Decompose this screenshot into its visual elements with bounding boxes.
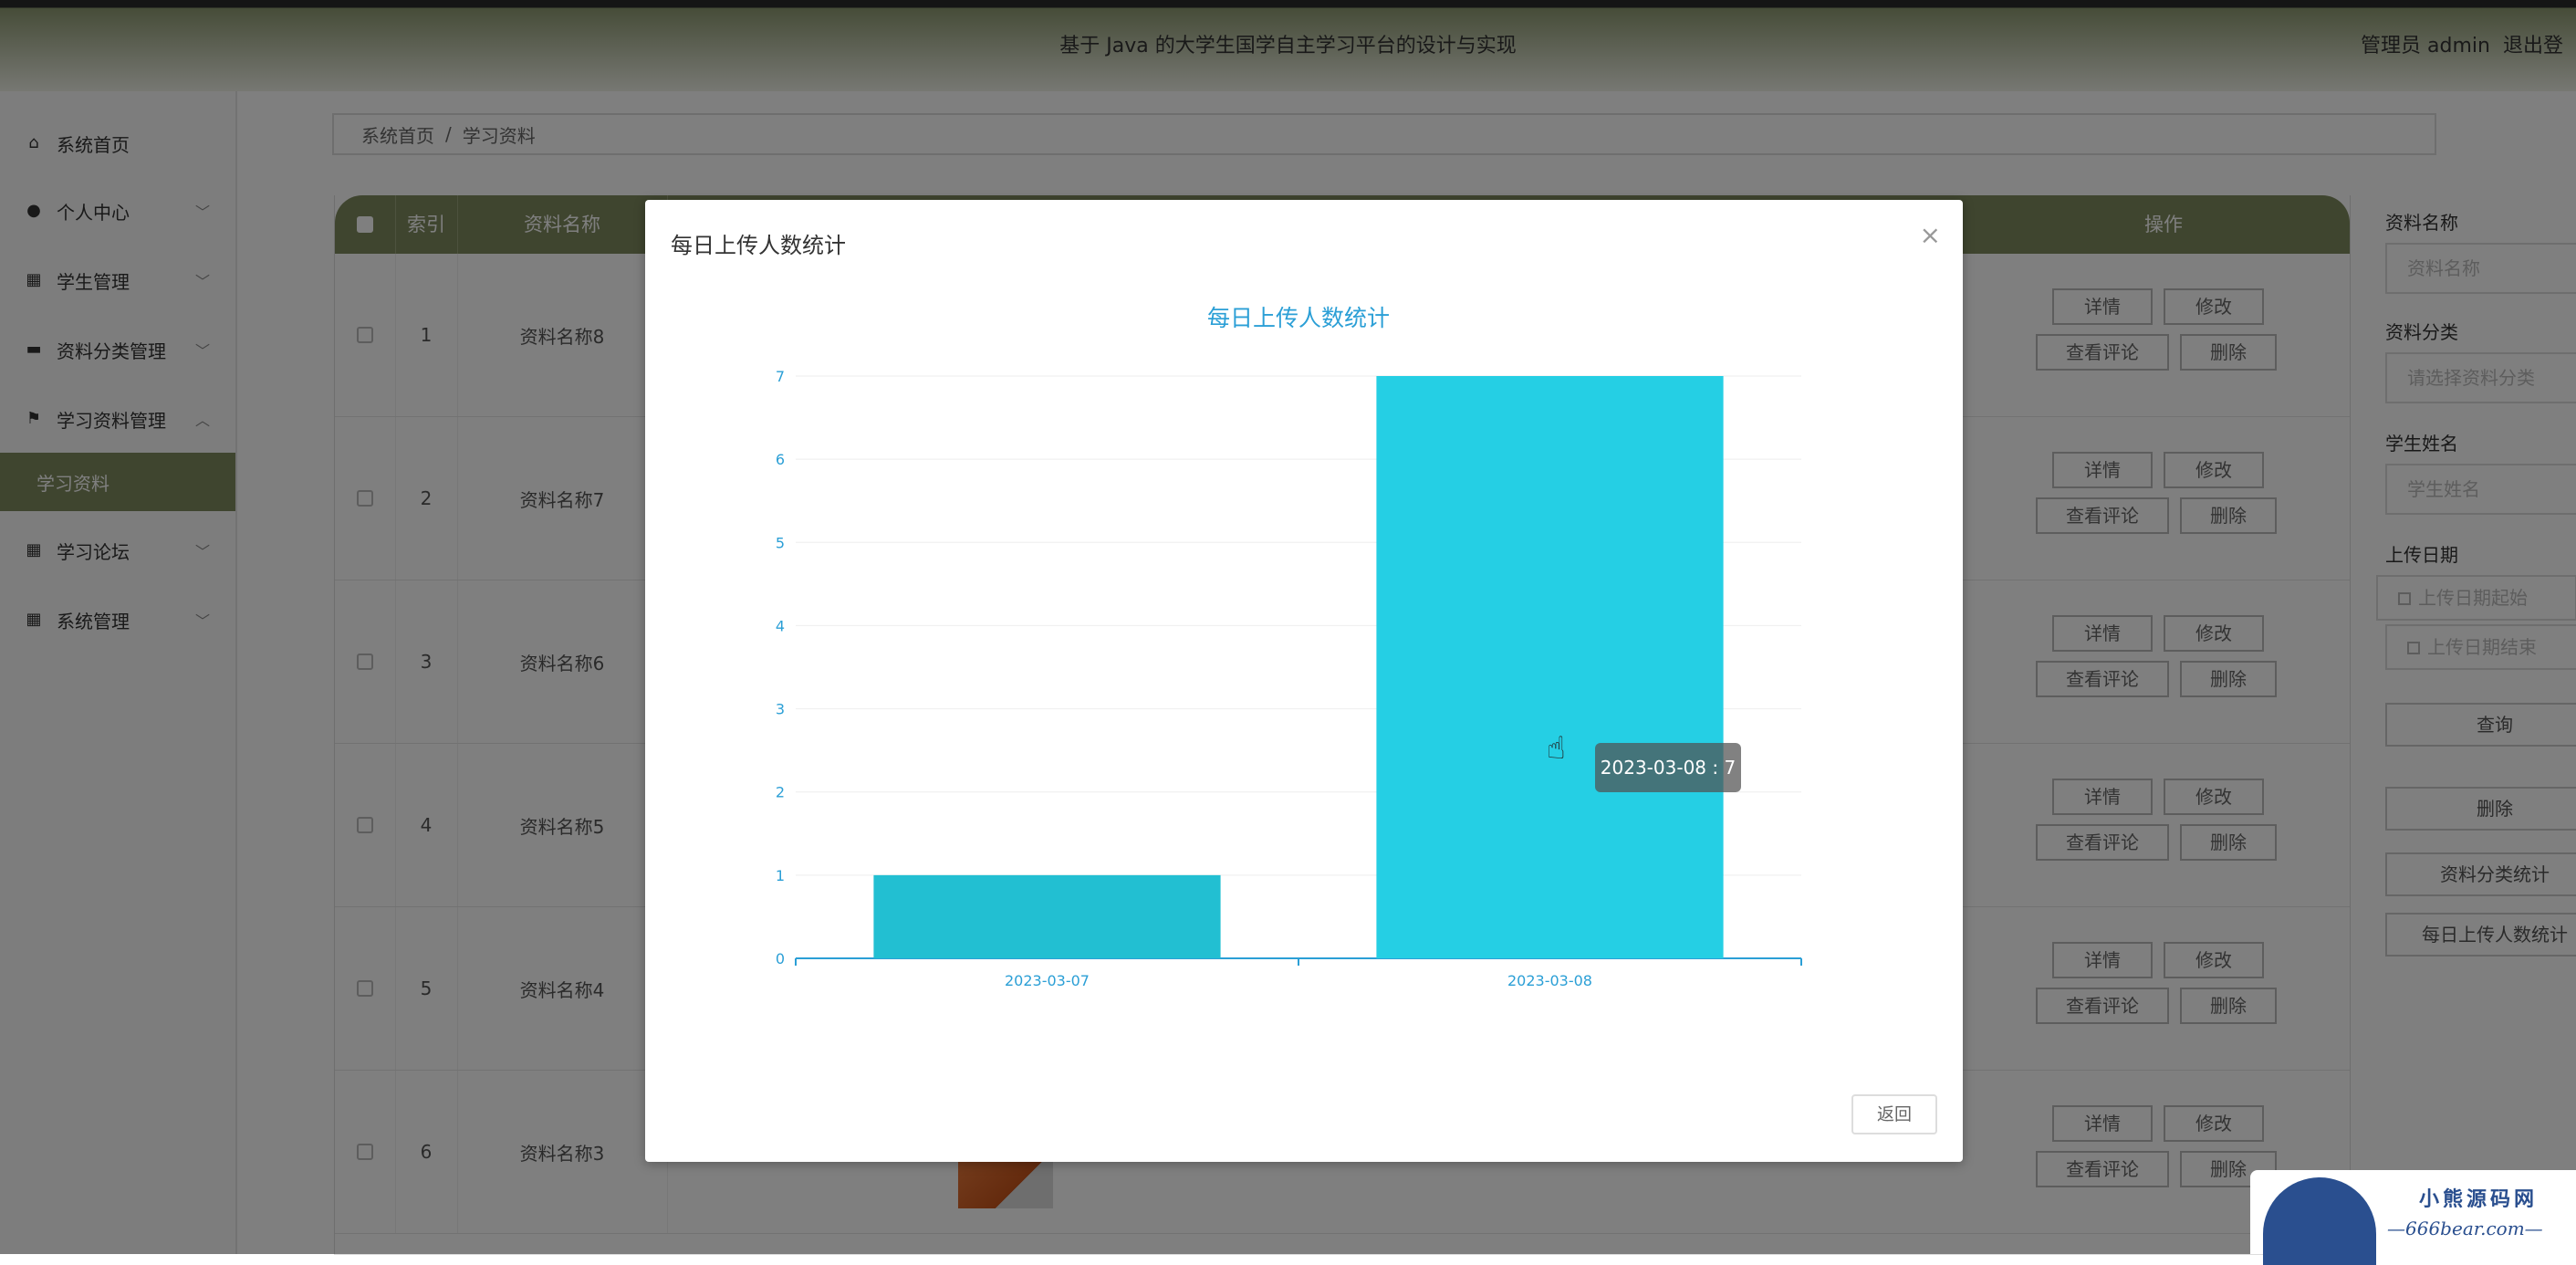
- y-tick-label: 4: [776, 617, 785, 634]
- chart-title: 每日上传人数统计: [1207, 305, 1390, 331]
- return-button[interactable]: 返回: [1851, 1094, 1937, 1134]
- y-tick-label: 0: [776, 950, 785, 967]
- watermark-logo: 小熊源码网 —666bear.com—: [2250, 1170, 2576, 1265]
- cursor-hand-icon: ☝: [1547, 730, 1566, 767]
- bar: [1376, 376, 1724, 958]
- tooltip-text: 2023-03-08 : 7: [1601, 757, 1736, 779]
- bar: [873, 874, 1221, 958]
- chart-tooltip: 2023-03-08 : 7: [1595, 743, 1741, 792]
- watermark-line2: —666bear.com—: [2387, 1218, 2543, 1239]
- y-tick-label: 2: [776, 784, 785, 801]
- bar-chart: 每日上传人数统计 0 1 2 3 4 5 6 7 2023-03-07 2023-03-08 2023…: [776, 305, 1802, 989]
- watermark-line1: 小熊源码网: [2419, 1187, 2539, 1211]
- y-tick-label: 7: [776, 368, 785, 385]
- x-tick-label: 2023-03-08: [1507, 972, 1592, 989]
- y-tick-label: 6: [776, 451, 785, 468]
- bear-logo-icon: [2263, 1177, 2376, 1265]
- stats-modal: 每日上传人数统计 × 每日上传人数统计 0 1 2 3 4 5 6 7 2023-03-07 202…: [645, 200, 1963, 1162]
- y-tick-label: 5: [776, 534, 785, 551]
- y-tick-label: 3: [776, 701, 785, 718]
- y-tick-label: 1: [776, 867, 785, 884]
- x-tick-label: 2023-03-07: [1005, 972, 1090, 989]
